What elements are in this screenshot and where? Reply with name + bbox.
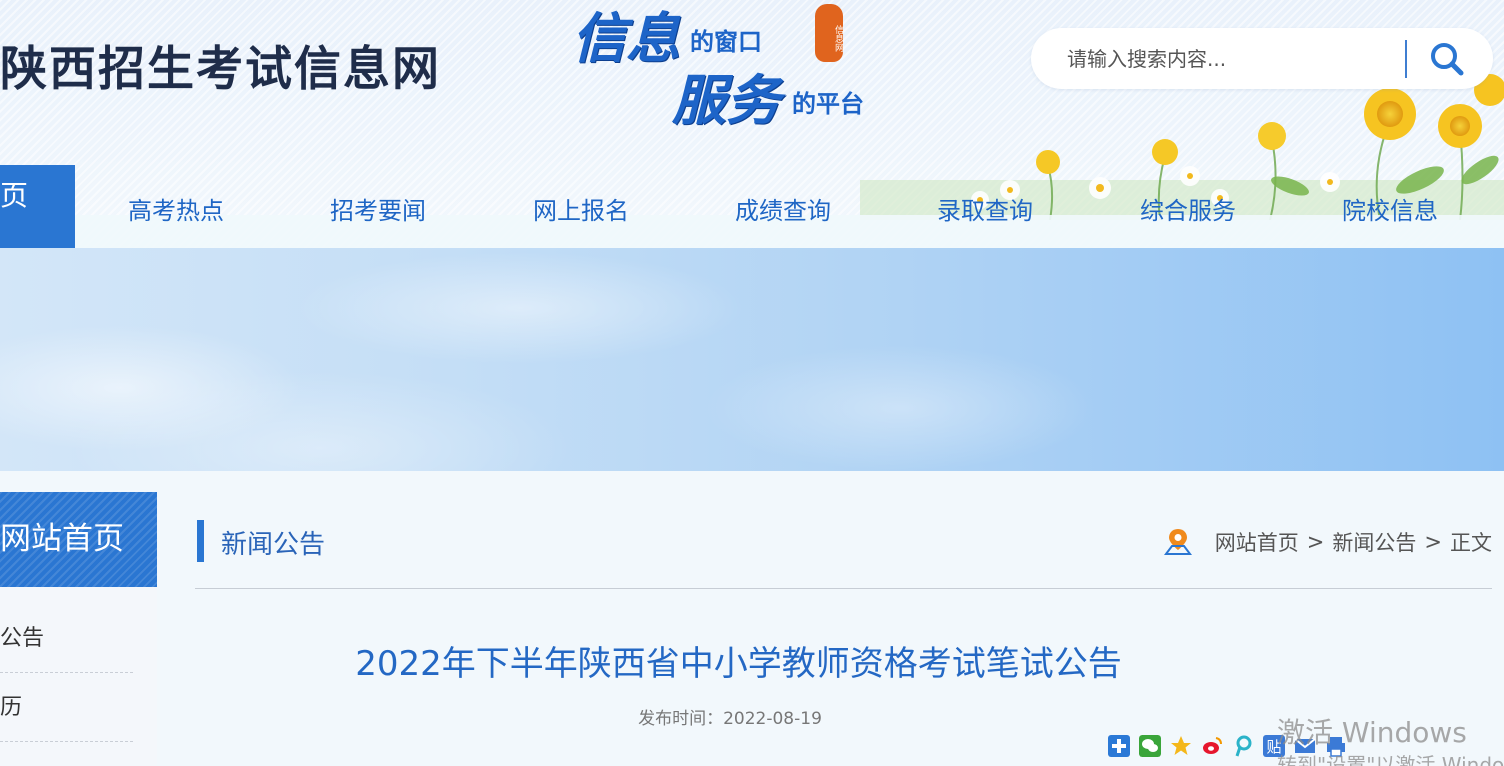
wechat-icon[interactable] — [1139, 735, 1161, 757]
search-input[interactable] — [1067, 40, 1417, 78]
pengyou-icon[interactable] — [1232, 735, 1254, 757]
search-divider — [1405, 40, 1407, 78]
weibo-icon[interactable] — [1201, 735, 1223, 757]
slogan-line1-big: 信息 — [572, 6, 680, 70]
nav-home[interactable]: 页 — [0, 165, 75, 248]
section-title: 新闻公告 — [221, 530, 326, 560]
breadcrumb-separator: > — [1306, 530, 1325, 554]
sidebar: 网站首页 公告 历 — [0, 492, 157, 766]
article-title: 2022年下半年陕西省中小学教师资格考试笔试公告 — [355, 644, 1122, 684]
nav-item-score-query[interactable]: 成绩查询 — [735, 191, 831, 226]
search-box — [1031, 28, 1493, 89]
sky-banner — [0, 248, 1504, 471]
nav-item-college-info[interactable]: 院校信息 — [1342, 191, 1438, 226]
sidebar-header[interactable]: 网站首页 — [0, 492, 157, 587]
slogan-logo: 信息 的窗口 信息网 服务 的平台 — [570, 0, 900, 132]
slogan-seal: 信息网 — [815, 4, 843, 62]
breadcrumb-separator: > — [1424, 530, 1442, 554]
section-accent-bar — [197, 520, 204, 562]
nav-item-news[interactable]: 招考要闻 — [330, 191, 426, 226]
nav-item-online-registration[interactable]: 网上报名 — [533, 191, 629, 226]
nav-item-services[interactable]: 综合服务 — [1140, 191, 1236, 226]
slogan-line2-small: 的平台 — [792, 89, 864, 118]
publish-time: 发布时间：2022-08-19 — [638, 709, 822, 729]
main-nav: 页 高考热点 招考要闻 网上报名 成绩查询 录取查询 综合服务 院校信息 — [0, 165, 1504, 248]
nav-item-gaokao-hot[interactable]: 高考热点 — [128, 191, 224, 226]
watermark-line2: 转到"设置"以激活 Windows — [1277, 753, 1504, 766]
watermark-line1: 激活 Windows — [1277, 716, 1467, 749]
site-title: 陕西招生考试信息网 — [0, 42, 441, 97]
search-icon — [1431, 43, 1464, 76]
qzone-icon[interactable] — [1170, 735, 1192, 757]
section-divider — [195, 588, 1492, 589]
breadcrumb-news[interactable]: 新闻公告 — [1332, 527, 1416, 557]
slogan-line2-big: 服务 — [672, 68, 780, 132]
share-plus-icon[interactable] — [1108, 735, 1130, 757]
slogan-line1-small: 的窗口 — [690, 27, 762, 56]
location-pin-icon — [1163, 529, 1192, 555]
windows-activation-watermark: 激活 Windows 转到"设置"以激活 Windows — [1277, 711, 1504, 766]
nav-item-admission-query[interactable]: 录取查询 — [937, 191, 1033, 226]
site-header: 陕西招生考试信息网 信息 的窗口 信息网 服务 的平台 请输入搜索内容... 页… — [0, 0, 1504, 248]
breadcrumb: 网站首页 > 新闻公告 > 正文 — [1163, 526, 1492, 558]
sidebar-item-history[interactable]: 历 — [0, 673, 133, 742]
sidebar-item-announcement[interactable]: 公告 — [0, 604, 133, 673]
search-button[interactable] — [1425, 38, 1469, 80]
breadcrumb-current: 正文 — [1450, 531, 1492, 555]
breadcrumb-home[interactable]: 网站首页 — [1215, 527, 1299, 557]
